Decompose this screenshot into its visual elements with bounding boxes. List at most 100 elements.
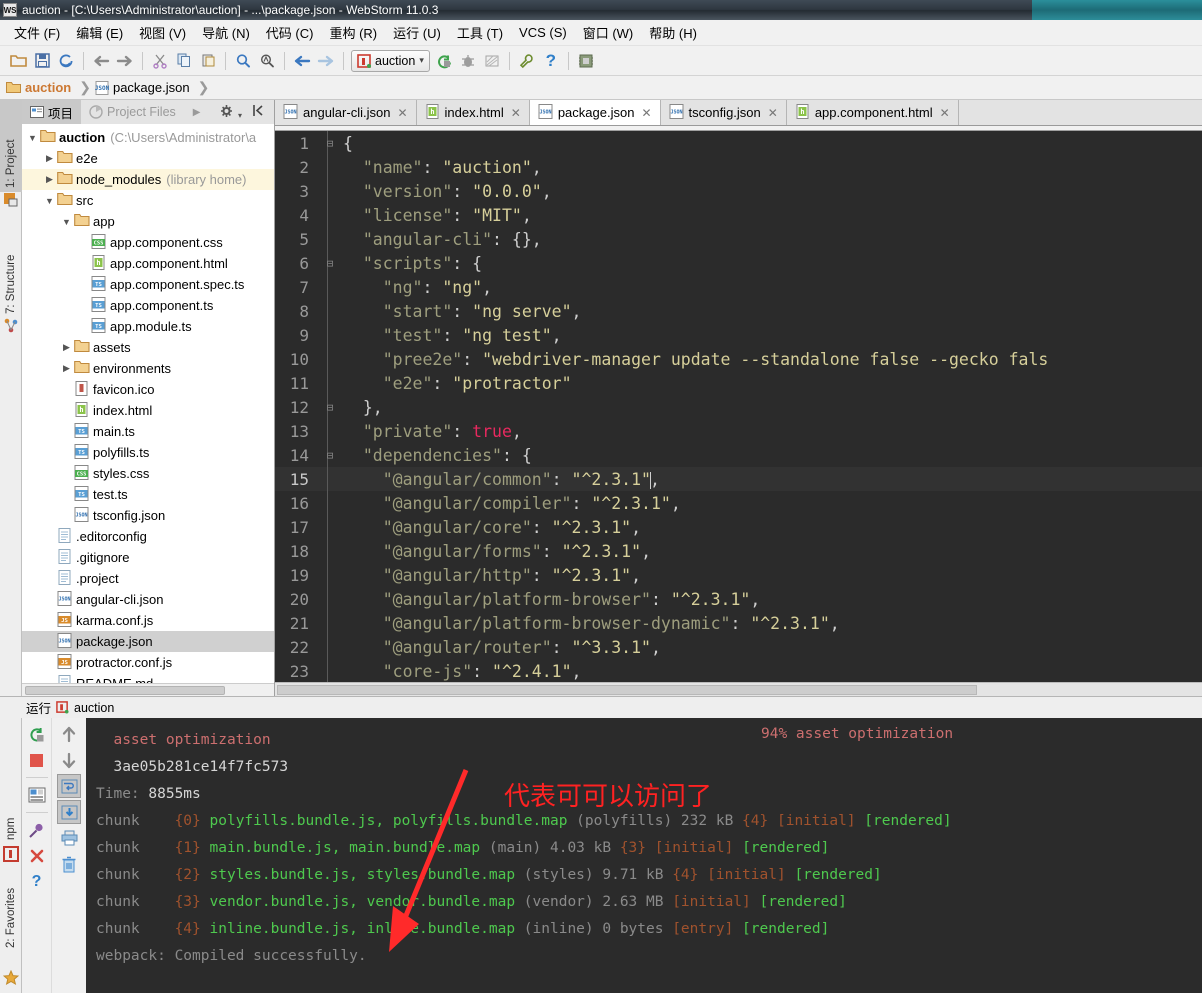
run-configuration-selector[interactable]: auction ▾ — [351, 49, 430, 72]
tree-node[interactable]: h index.html — [22, 400, 274, 421]
print-icon[interactable] — [57, 826, 81, 850]
tree-node[interactable]: TS app.component.ts — [22, 295, 274, 316]
sidebar-item-structure[interactable]: 7: Structure — [0, 218, 22, 318]
tree-node[interactable]: ▼ app — [22, 211, 274, 232]
run-icon[interactable] — [432, 49, 456, 73]
collapse-panel-icon[interactable] — [252, 104, 274, 120]
tree-node[interactable]: TS app.module.ts — [22, 316, 274, 337]
database-tool-icon[interactable] — [574, 49, 598, 73]
tree-node[interactable]: JSON angular-cli.json — [22, 589, 274, 610]
gear-icon[interactable]: ▾ — [220, 104, 253, 121]
coverage-icon[interactable] — [480, 49, 504, 73]
back-icon[interactable] — [290, 49, 314, 73]
debug-icon[interactable] — [456, 49, 480, 73]
menu-item-10[interactable]: 帮助 (H) — [641, 20, 705, 45]
clear-all-icon[interactable] — [57, 852, 81, 876]
tree-node[interactable]: TS test.ts — [22, 484, 274, 505]
menu-item-2[interactable]: 视图 (V) — [131, 20, 194, 45]
chevron-right-icon[interactable]: ▶ — [60, 363, 73, 374]
chevron-right-icon[interactable]: ▶ — [43, 174, 56, 185]
editor-tab-index-html[interactable]: h index.html ✕ — [416, 100, 530, 125]
tree-node[interactable]: .gitignore — [22, 547, 274, 568]
tree-node[interactable]: CSS styles.css — [22, 463, 274, 484]
editor-tab-app-component-html[interactable]: h app.component.html ✕ — [786, 100, 959, 125]
tree-node[interactable]: JS protractor.conf.js — [22, 652, 274, 673]
chevron-right-icon[interactable]: ▶ — [60, 342, 73, 353]
breadcrumb-file[interactable]: JSON package.json — [95, 80, 194, 95]
tree-node[interactable]: JSON tsconfig.json — [22, 505, 274, 526]
undo-icon[interactable] — [89, 49, 113, 73]
close-icon[interactable]: ✕ — [511, 106, 521, 120]
scroll-up-icon[interactable] — [57, 722, 81, 746]
tree-node[interactable]: TS app.component.spec.ts — [22, 274, 274, 295]
tree-node[interactable]: ▼ auction (C:\Users\Administrator\a — [22, 127, 274, 148]
chevron-down-icon[interactable]: ▾ — [419, 55, 424, 66]
scroll-to-end-icon[interactable] — [57, 800, 81, 824]
settings-wrench-icon[interactable] — [515, 49, 539, 73]
chevron-down-icon[interactable]: ▼ — [26, 133, 39, 143]
menu-item-0[interactable]: 文件 (F) — [6, 20, 68, 45]
menu-item-9[interactable]: 窗口 (W) — [575, 20, 642, 45]
run-console-output[interactable]: asset optimization 3ae05b281ce14f7fc573 T… — [86, 718, 1202, 993]
code-fold-toggle-icon[interactable]: ⊟ — [317, 449, 343, 462]
tree-node[interactable]: ▶ assets — [22, 337, 274, 358]
tree-node[interactable]: JSON package.json — [22, 631, 274, 652]
cut-icon[interactable] — [148, 49, 172, 73]
menu-item-5[interactable]: 重构 (R) — [321, 20, 385, 45]
tree-node[interactable]: TS main.ts — [22, 421, 274, 442]
code-editor[interactable]: 1 ⊟{2 "name": "auction", 3 "version": "0.0… — [275, 131, 1202, 682]
menu-item-7[interactable]: 工具 (T) — [449, 20, 511, 45]
tree-node[interactable]: ▼ src — [22, 190, 274, 211]
menu-item-3[interactable]: 导航 (N) — [194, 20, 258, 45]
tree-node[interactable]: favicon.ico — [22, 379, 274, 400]
project-tree-horizontal-scrollbar[interactable] — [22, 683, 274, 696]
code-fold-toggle-icon[interactable]: ⊟ — [317, 401, 343, 414]
tree-node[interactable]: .editorconfig — [22, 526, 274, 547]
save-all-icon[interactable] — [30, 49, 54, 73]
tab-project[interactable]: 项目 — [22, 100, 82, 124]
editor-tab-package-json[interactable]: JSON package.json ✕ — [529, 100, 661, 125]
scroll-down-icon[interactable] — [57, 748, 81, 772]
close-icon[interactable]: ✕ — [940, 106, 950, 120]
tree-node[interactable]: h app.component.html — [22, 253, 274, 274]
forward-icon[interactable] — [314, 49, 338, 73]
code-fold-toggle-icon[interactable]: ⊟ — [317, 137, 343, 150]
close-icon[interactable]: ✕ — [641, 106, 651, 120]
menu-item-1[interactable]: 编辑 (E) — [68, 20, 131, 45]
close-icon[interactable]: ✕ — [397, 106, 407, 120]
close-icon[interactable]: ✕ — [768, 106, 778, 120]
tree-node[interactable]: ▶ e2e — [22, 148, 274, 169]
sidebar-item-project[interactable]: 1: Project — [0, 100, 22, 192]
tree-node[interactable]: ▶ environments — [22, 358, 274, 379]
search-icon[interactable] — [231, 49, 255, 73]
paste-icon[interactable] — [196, 49, 220, 73]
layout-settings-icon[interactable] — [25, 783, 49, 807]
chevron-down-icon[interactable]: ▼ — [60, 217, 73, 227]
tree-node[interactable]: README.md — [22, 673, 274, 683]
scrollbar-thumb[interactable] — [25, 686, 225, 695]
chevron-down-icon[interactable]: ▼ — [43, 196, 56, 206]
stop-icon[interactable] — [25, 748, 49, 772]
code-fold-toggle-icon[interactable]: ⊟ — [317, 257, 343, 270]
redo-icon[interactable] — [113, 49, 137, 73]
chevron-right-icon[interactable]: ▶ — [43, 153, 56, 164]
breadcrumb-project[interactable]: auction — [6, 80, 75, 95]
sidebar-item-npm[interactable]: npm — [0, 794, 22, 844]
project-file-tree[interactable]: ▼ auction (C:\Users\Administrator\a ▶ e2e ▶ no… — [22, 124, 274, 683]
soft-wrap-icon[interactable] — [57, 774, 81, 798]
scrollbar-thumb[interactable] — [277, 685, 977, 695]
pin-icon[interactable] — [25, 818, 49, 842]
help-icon[interactable]: ? — [25, 870, 49, 894]
tree-node[interactable]: ▶ node_modules (library home) — [22, 169, 274, 190]
close-icon[interactable] — [25, 844, 49, 868]
open-folder-icon[interactable] — [6, 49, 30, 73]
tree-node[interactable]: TS polyfills.ts — [22, 442, 274, 463]
editor-horizontal-scrollbar[interactable] — [275, 682, 1202, 696]
rerun-icon[interactable] — [25, 722, 49, 746]
menu-item-6[interactable]: 运行 (U) — [385, 20, 449, 45]
menu-item-4[interactable]: 代码 (C) — [258, 20, 322, 45]
sync-refresh-icon[interactable] — [54, 49, 78, 73]
menu-item-8[interactable]: VCS (S) — [511, 22, 575, 43]
copy-icon[interactable] — [172, 49, 196, 73]
chevron-right-icon[interactable]: ▶ — [184, 107, 210, 118]
